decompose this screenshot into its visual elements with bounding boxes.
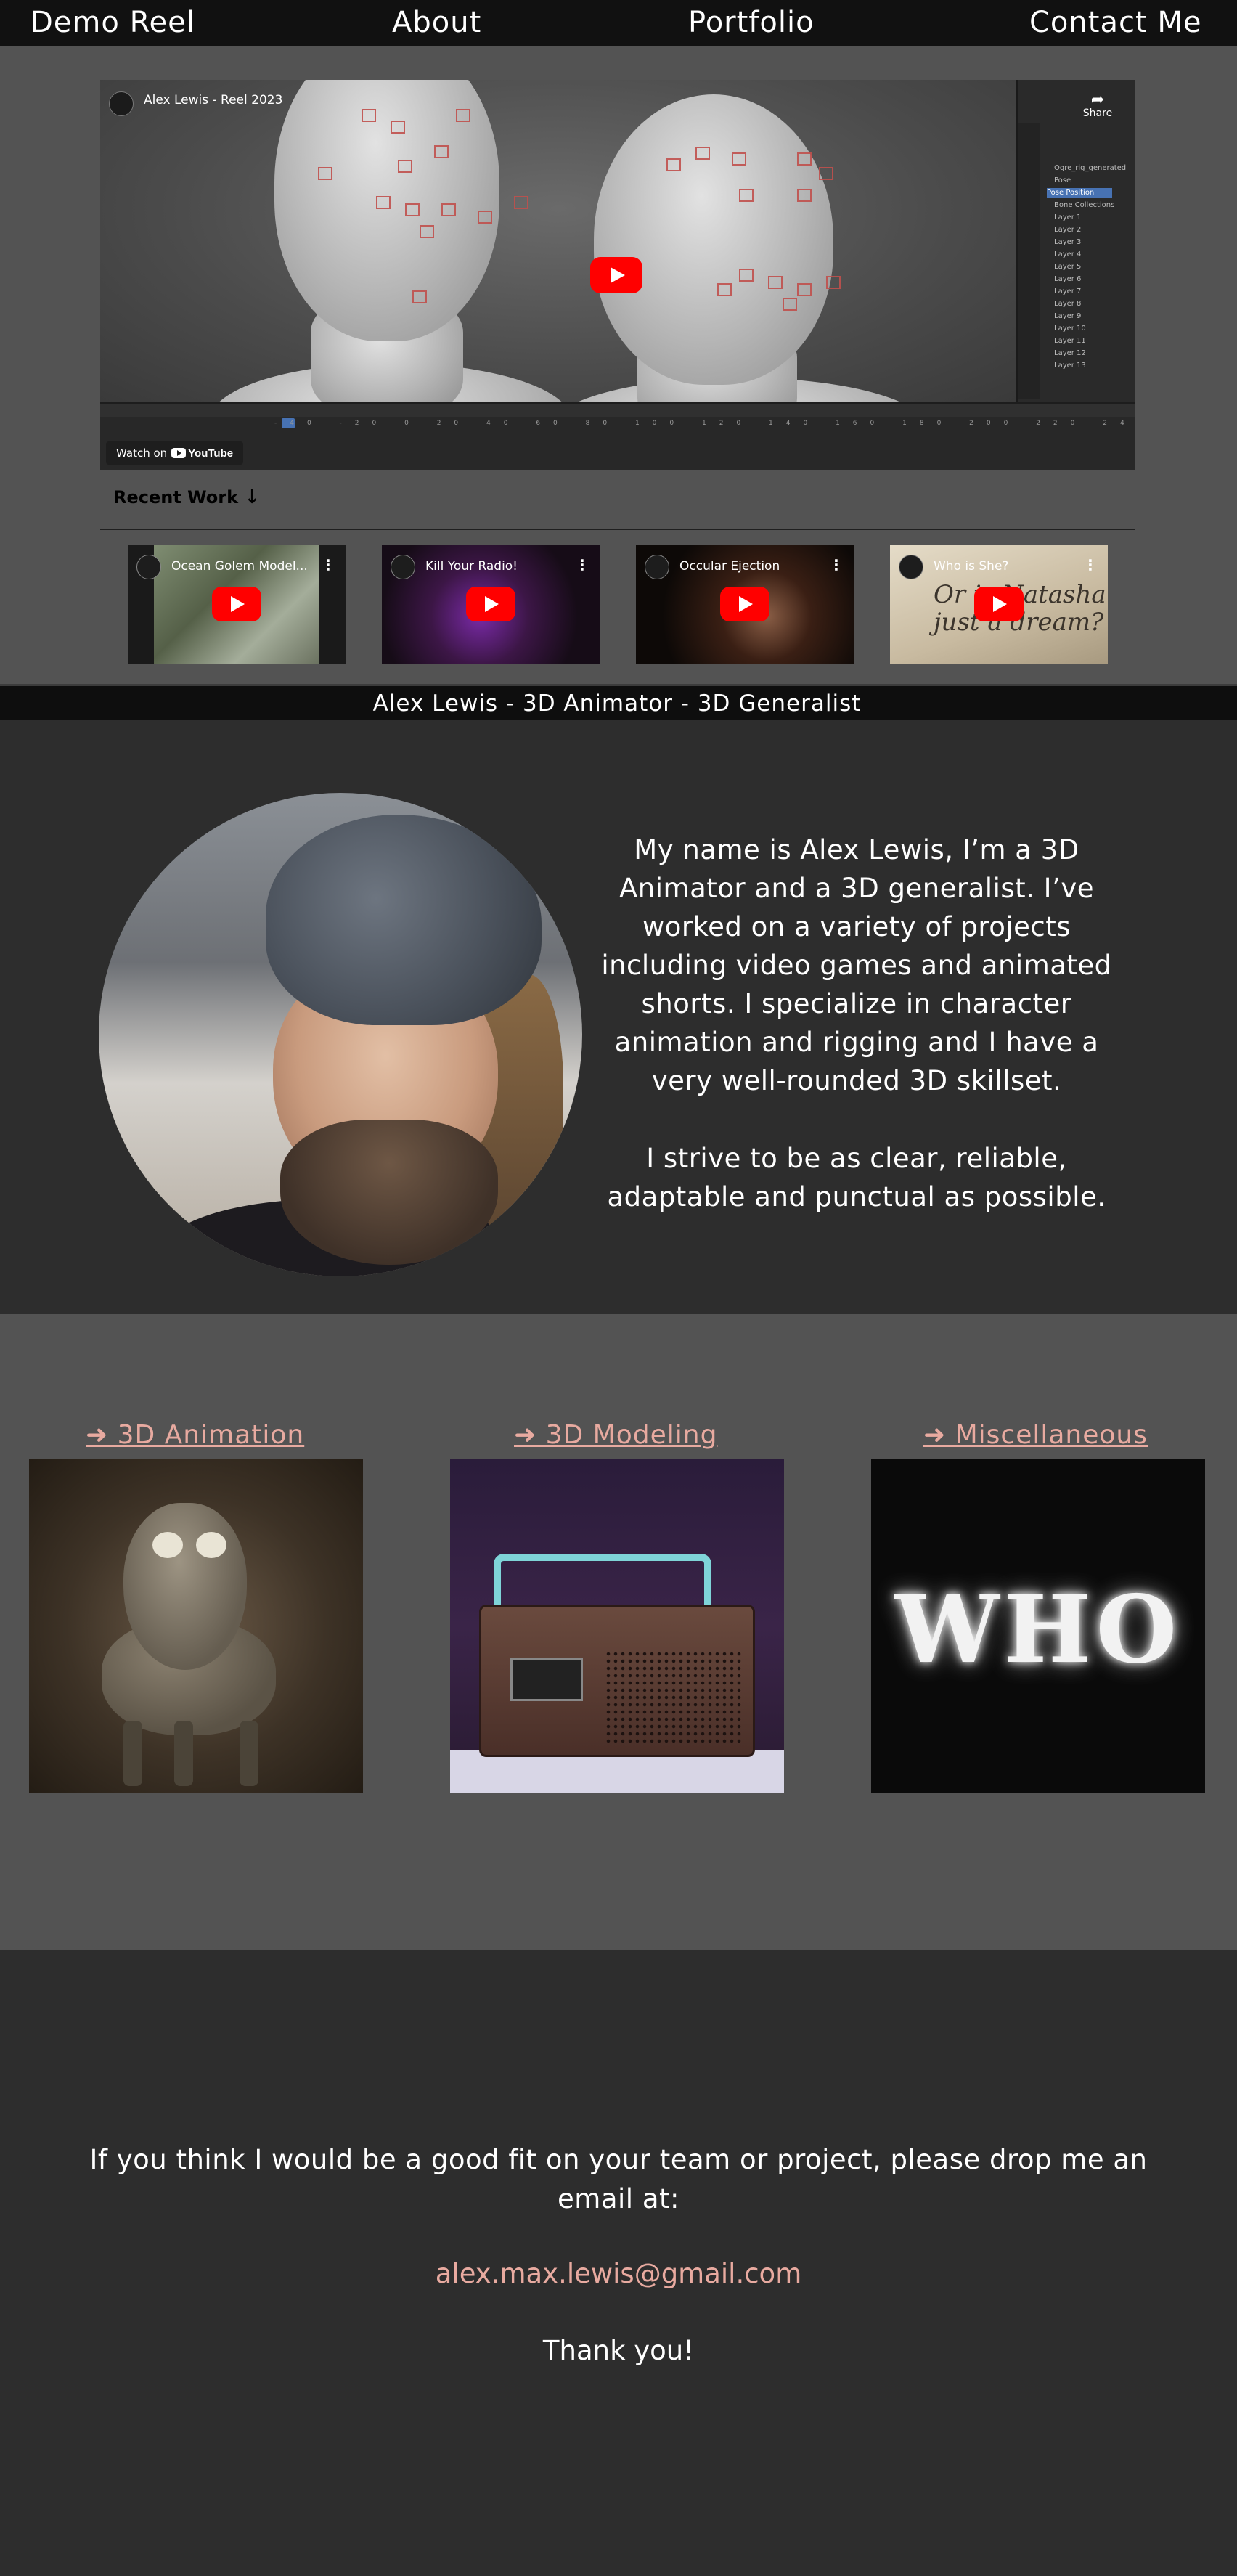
divider xyxy=(100,529,1135,530)
about-section: My name is Alex Lewis, I’m a 3D Animator… xyxy=(0,720,1237,1314)
channel-avatar xyxy=(899,555,923,579)
play-button[interactable] xyxy=(590,257,642,293)
channel-avatar xyxy=(391,555,415,579)
nav-contact-me[interactable]: Contact Me xyxy=(1029,6,1201,39)
nav-about[interactable]: About xyxy=(392,6,481,39)
play-button[interactable] xyxy=(466,587,515,621)
nav-demo-reel[interactable]: Demo Reel xyxy=(30,6,195,39)
tagline-bar: Alex Lewis - 3D Animator - 3D Generalist xyxy=(0,684,1237,720)
contact-thanks: Thank you! xyxy=(542,2335,695,2366)
contact-email-link[interactable]: alex.max.lewis@gmail.com xyxy=(0,2258,1237,2289)
video-thumbnail[interactable]: Kill Your Radio! ⋮ xyxy=(382,545,600,664)
youtube-logo-icon xyxy=(171,447,187,458)
tagline: Alex Lewis - 3D Animator - 3D Generalist xyxy=(372,690,862,717)
recent-work-label: Recent Work ↓ xyxy=(113,486,261,508)
more-options-icon[interactable]: ⋮ xyxy=(829,556,844,574)
category-link-miscellaneous[interactable]: ➜ Miscellaneous xyxy=(923,1420,1148,1450)
arrow-down-icon: ↓ xyxy=(244,486,261,508)
watch-on-youtube-button[interactable]: Watch on YouTube xyxy=(106,441,244,465)
play-button[interactable] xyxy=(212,587,261,621)
contact-section: If you think I would be a good fit on yo… xyxy=(0,1950,1237,2576)
category-image-3d-animation[interactable] xyxy=(29,1459,363,1793)
blender-properties-panel: Ogre_rig_generated Pose Pose Position Bo… xyxy=(1016,80,1135,402)
channel-avatar xyxy=(136,555,161,579)
blender-timeline: -40 -20 0 20 40 60 80 100 120 140 160 18… xyxy=(100,402,1135,470)
video-title: Who is She? xyxy=(934,559,1009,574)
reel-video-frame xyxy=(100,80,1016,470)
portfolio-section: ➜ 3D Animation ➜ 3D Modeling ➜ Miscellan… xyxy=(0,1314,1237,1950)
play-button[interactable] xyxy=(720,587,769,621)
sculpt-head-right xyxy=(594,94,833,385)
category-image-miscellaneous[interactable]: WHO xyxy=(871,1459,1205,1793)
nav-portfolio[interactable]: Portfolio xyxy=(688,6,815,39)
category-link-3d-animation[interactable]: ➜ 3D Animation xyxy=(86,1420,304,1450)
channel-avatar xyxy=(645,555,669,579)
more-options-icon[interactable]: ⋮ xyxy=(575,556,589,574)
video-title: Kill Your Radio! xyxy=(425,559,518,574)
profile-photo xyxy=(99,793,582,1276)
more-options-icon[interactable]: ⋮ xyxy=(1083,556,1098,574)
video-title: Ocean Golem Model... xyxy=(171,559,308,574)
channel-avatar[interactable] xyxy=(109,91,134,116)
demo-reel-section: Ogre_rig_generated Pose Pose Position Bo… xyxy=(0,46,1237,684)
category-image-3d-modeling[interactable] xyxy=(450,1459,784,1793)
reel-video-player[interactable]: Ogre_rig_generated Pose Pose Position Bo… xyxy=(100,80,1135,470)
video-thumbnail[interactable]: Or is Natasha just a dream? Who is She? … xyxy=(890,545,1108,664)
who-title-text: WHO xyxy=(894,1576,1182,1684)
play-button[interactable] xyxy=(974,587,1024,621)
share-icon: ➦ xyxy=(1090,91,1105,109)
category-link-3d-modeling[interactable]: ➜ 3D Modeling xyxy=(514,1420,717,1450)
about-text: My name is Alex Lewis, I’m a 3D Animator… xyxy=(595,831,1118,1216)
about-paragraph: I strive to be as clear, reliable, adapt… xyxy=(607,1143,1106,1212)
video-title: Occular Ejection xyxy=(679,559,780,574)
boombox xyxy=(479,1605,755,1757)
contact-message: If you think I would be a good fit on yo… xyxy=(89,2144,1148,2214)
video-thumbnail[interactable]: Occular Ejection ⋮ xyxy=(636,545,854,664)
more-options-icon[interactable]: ⋮ xyxy=(321,556,335,574)
share-button[interactable]: ➦ Share xyxy=(1077,91,1118,120)
video-thumbnail[interactable]: Ocean Golem Model... ⋮ xyxy=(128,545,346,664)
about-paragraph: My name is Alex Lewis, I’m a 3D Animator… xyxy=(601,834,1112,1096)
top-nav: Demo Reel About Portfolio Contact Me xyxy=(0,0,1237,46)
reel-title[interactable]: Alex Lewis - Reel 2023 xyxy=(144,93,282,107)
